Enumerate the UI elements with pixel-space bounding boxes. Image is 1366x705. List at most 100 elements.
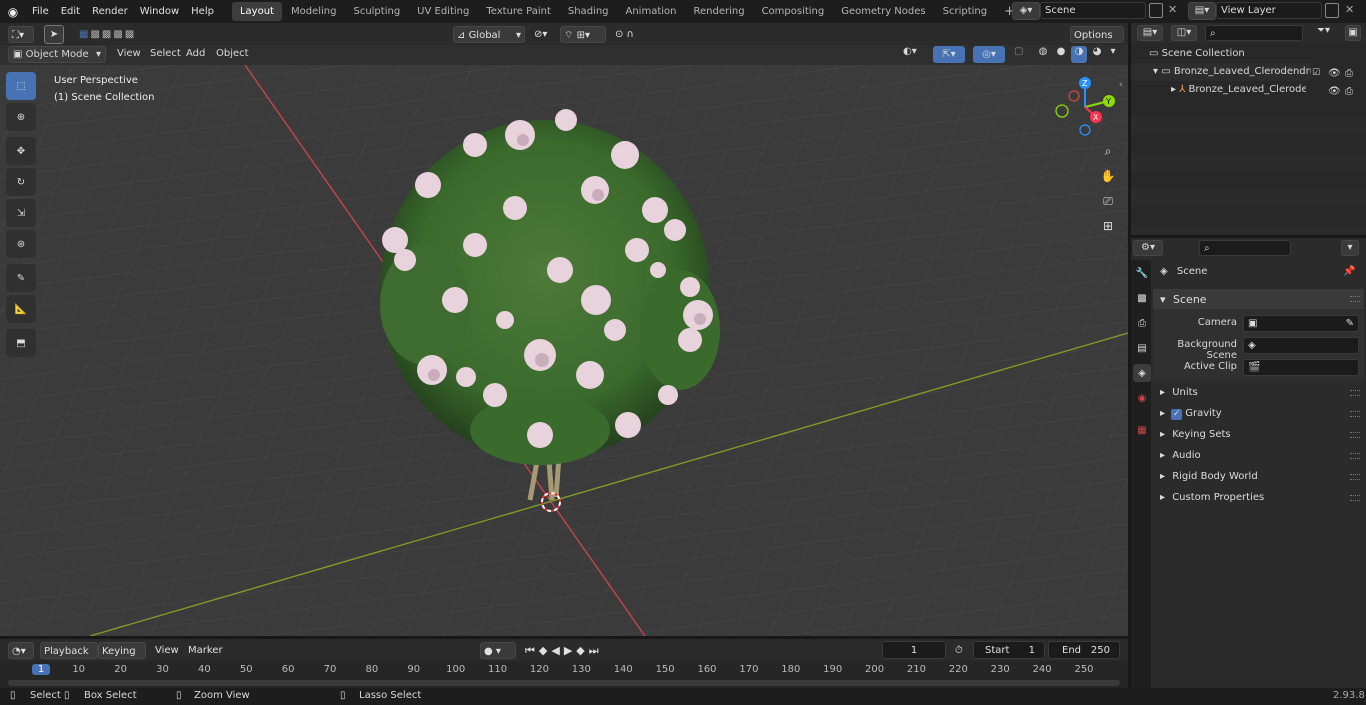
menu-select[interactable]: Select xyxy=(150,48,181,59)
end-frame-field[interactable]: End 250 xyxy=(1048,641,1120,659)
background-scene-field[interactable]: ◈ xyxy=(1243,337,1359,354)
world-tab-icon[interactable]: ◉ xyxy=(1133,389,1151,407)
view-layer-tab-icon[interactable]: ▤ xyxy=(1133,339,1151,357)
camera-view-icon[interactable]: ⎚ xyxy=(1097,190,1119,212)
tab-texture-paint[interactable]: Texture Paint xyxy=(478,2,559,21)
expand-arrow-icon[interactable]: ▾ xyxy=(1153,66,1161,77)
wireframe-shading-icon[interactable]: ◍ xyxy=(1035,46,1051,63)
rotate-tool-icon[interactable]: ↻ xyxy=(6,168,36,196)
outliner-object-row[interactable]: ▸ ⅄ Bronze_Leaved_Clerodendrum xyxy=(1131,81,1306,99)
menu-render[interactable]: Render xyxy=(86,0,134,23)
menu-object[interactable]: Object xyxy=(216,48,249,59)
new-scene-icon[interactable] xyxy=(1149,3,1163,18)
delete-view-layer-icon[interactable]: ✕ xyxy=(1345,3,1354,16)
properties-editor-type-icon[interactable]: ⚙▾ xyxy=(1133,240,1163,256)
collection-visibility-icon[interactable]: 👁 xyxy=(1328,68,1341,79)
object-render-icon[interactable]: ⎙ xyxy=(1345,86,1353,97)
measure-tool-icon[interactable]: 📐 xyxy=(6,295,36,323)
audio-panel[interactable]: ▸ Audio xyxy=(1160,450,1201,461)
menu-add[interactable]: Add xyxy=(186,48,205,59)
outliner-scene-collection[interactable]: ▭ Scene Collection xyxy=(1131,45,1366,63)
outliner-collection-row[interactable]: ▾ ▭ Bronze_Leaved_Clerodendrum xyxy=(1131,63,1311,81)
custom-properties-panel[interactable]: ▸ Custom Properties xyxy=(1160,492,1264,503)
tab-layout[interactable]: Layout xyxy=(231,2,282,21)
panel-grip-icon[interactable] xyxy=(1350,432,1360,438)
panel-grip-icon[interactable] xyxy=(1350,495,1360,501)
visibility-icon[interactable]: ◐▾ xyxy=(903,46,929,63)
camera-field[interactable]: ▣ ✎ xyxy=(1243,315,1359,332)
display-mode-icon[interactable]: ◫▾ xyxy=(1171,25,1197,41)
units-panel[interactable]: ▸ Units xyxy=(1160,387,1198,398)
view-layer-field[interactable]: View Layer xyxy=(1216,2,1322,19)
add-cube-tool-icon[interactable]: ⬒ xyxy=(6,329,36,357)
menu-file[interactable]: File xyxy=(26,0,55,23)
solid-shading-icon[interactable]: ● xyxy=(1053,46,1069,63)
transform-tool-icon[interactable]: ⊛ xyxy=(6,230,36,258)
tab-modeling[interactable]: Modeling xyxy=(283,2,345,21)
current-frame-field[interactable]: 1 xyxy=(882,641,946,659)
outliner-search-input[interactable]: ⌕ xyxy=(1205,25,1303,41)
keying-menu[interactable]: Keying ▾ xyxy=(98,642,146,674)
auto-keying-icon[interactable]: ● ▾ xyxy=(480,642,516,659)
select-box-tool-icon[interactable]: ⬚ xyxy=(6,72,36,100)
orientation-dropdown[interactable]: ⊿ Global ▾ xyxy=(453,26,525,43)
menu-edit[interactable]: Edit xyxy=(55,0,86,23)
output-tab-icon[interactable]: ⎙ xyxy=(1133,314,1151,332)
tab-geometry-nodes[interactable]: Geometry Nodes xyxy=(833,2,933,21)
snap-icon[interactable]: ⌔ ⊞▾ xyxy=(560,26,606,43)
panel-grip-icon[interactable] xyxy=(1350,296,1360,302)
pin-icon[interactable]: 📌 xyxy=(1343,266,1355,277)
new-collection-icon[interactable]: ▣ xyxy=(1345,25,1361,41)
panel-grip-icon[interactable] xyxy=(1350,390,1360,396)
filter-icon[interactable]: ⏷▾ xyxy=(1317,25,1330,36)
object-visibility-icon[interactable]: 👁 xyxy=(1328,86,1341,97)
timeline-scrollbar[interactable] xyxy=(8,680,1120,686)
selection-mode-icons[interactable]: ▦▩▩▩▩ xyxy=(76,26,160,43)
render-tab-icon[interactable]: ▩ xyxy=(1133,289,1151,307)
view-layer-selector-icon[interactable]: ▤▾ xyxy=(1188,2,1216,20)
gizmo-toggle-icon[interactable]: ⇱▾ xyxy=(933,46,965,63)
current-frame-marker[interactable]: 1 xyxy=(32,664,50,675)
collection-render-icon[interactable]: ⎙ xyxy=(1345,68,1353,79)
pivot-icon[interactable]: ⊘▾ xyxy=(531,26,555,43)
options-dropdown[interactable]: Options xyxy=(1070,26,1124,43)
tab-shading[interactable]: Shading xyxy=(560,2,617,21)
outliner-editor-type-icon[interactable]: ▤▾ xyxy=(1137,25,1163,41)
sidebar-toggle-icon[interactable]: ‹ xyxy=(1119,80,1123,90)
object-mode-dropdown[interactable]: ▣ Object Mode ▾ xyxy=(8,46,106,63)
menu-help[interactable]: Help xyxy=(185,0,220,23)
select-tool-icon[interactable]: ➤ xyxy=(44,25,64,44)
zoom-icon[interactable]: ⌕ xyxy=(1097,140,1119,162)
tab-compositing[interactable]: Compositing xyxy=(754,2,833,21)
panel-grip-icon[interactable] xyxy=(1350,474,1360,480)
panel-grip-icon[interactable] xyxy=(1350,453,1360,459)
scene-tab-icon[interactable]: ◈ xyxy=(1133,364,1151,382)
blender-logo-icon[interactable]: ◉ xyxy=(0,5,26,19)
menu-view[interactable]: View xyxy=(117,48,141,59)
new-view-layer-icon[interactable] xyxy=(1325,3,1339,18)
panel-grip-icon[interactable] xyxy=(1350,411,1360,417)
timeline-editor-type-icon[interactable]: ◔▾ xyxy=(8,642,34,659)
tab-rendering[interactable]: Rendering xyxy=(685,2,752,21)
marker-menu[interactable]: Marker xyxy=(185,642,226,659)
rigid-body-world-panel[interactable]: ▸ Rigid Body World xyxy=(1160,471,1258,482)
timer-icon[interactable]: ⏱ xyxy=(952,642,970,659)
scene-panel-title[interactable]: ▾ Scene xyxy=(1160,293,1207,306)
texture-tab-icon[interactable]: ▦ xyxy=(1133,421,1151,439)
scale-tool-icon[interactable]: ⇲ xyxy=(6,199,36,227)
tab-uv-editing[interactable]: UV Editing xyxy=(409,2,477,21)
gravity-panel[interactable]: ▸ ✓ Gravity xyxy=(1160,408,1222,420)
tab-animation[interactable]: Animation xyxy=(618,2,685,21)
scene-selector-icon[interactable]: ◈▾ xyxy=(1012,2,1040,20)
gravity-checkbox[interactable]: ✓ xyxy=(1171,409,1183,420)
properties-search-input[interactable]: ⌕ xyxy=(1199,240,1291,256)
tool-tab-icon[interactable]: 🔧 xyxy=(1133,264,1151,282)
playback-menu[interactable]: Playback ▾ xyxy=(40,642,98,674)
menu-window[interactable]: Window xyxy=(134,0,185,23)
xray-icon[interactable]: ▢ xyxy=(1014,46,1030,63)
timeline-view-menu[interactable]: View xyxy=(152,642,182,659)
expand-arrow-icon[interactable]: ▸ xyxy=(1171,84,1179,95)
active-clip-field[interactable]: 🎬 xyxy=(1243,359,1359,376)
start-frame-field[interactable]: Start 1 xyxy=(973,641,1045,659)
proportional-edit-icon[interactable]: ⊙ ∩ xyxy=(612,26,656,43)
